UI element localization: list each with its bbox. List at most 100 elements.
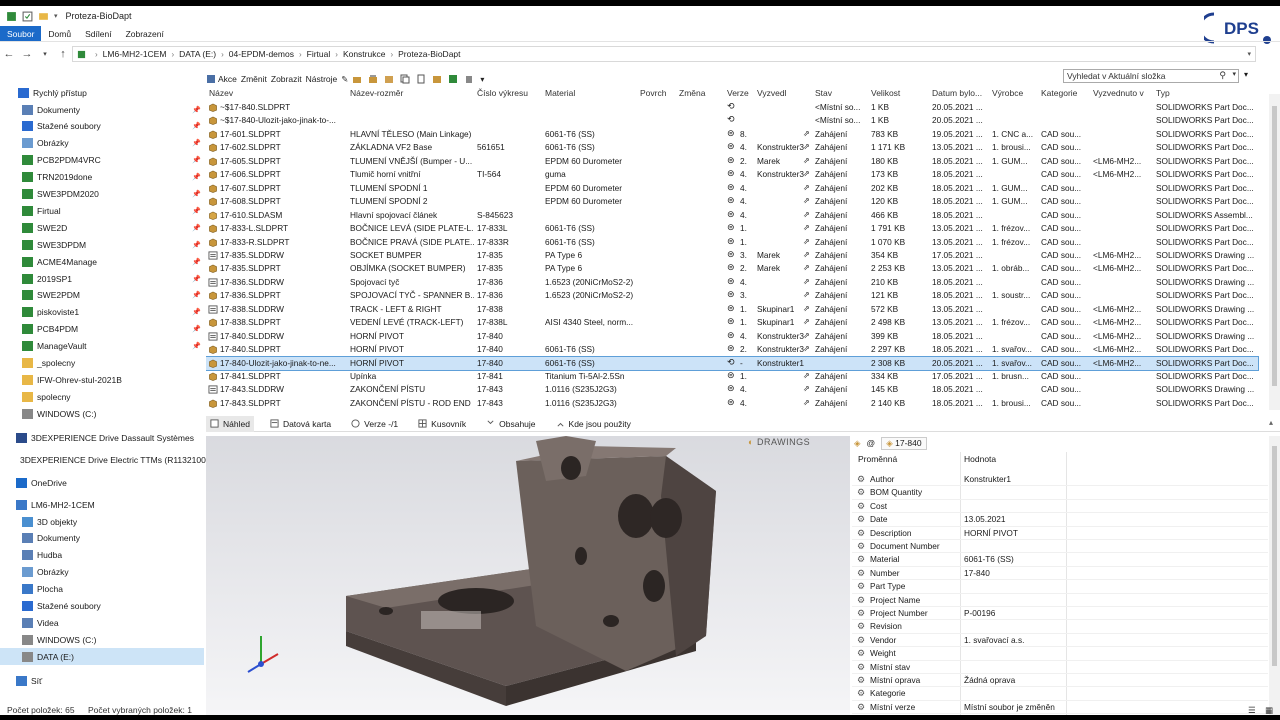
recent-dropdown-icon[interactable]: ▾: [36, 50, 54, 58]
nav-item-managevault[interactable]: ManageVault 📌: [0, 338, 204, 355]
file-row[interactable]: ~$17-840-Ulozit-jako-jinak-to-... ⟲ <Místn…: [206, 114, 1258, 127]
search-input[interactable]: Vyhledat v Aktuální složka ⚲ ▾: [1063, 69, 1239, 83]
paste-icon[interactable]: [416, 74, 428, 84]
pin-icon[interactable]: ✎: [341, 74, 348, 85]
file-row[interactable]: 17-601.SLDPRT HLAVNÍ TĚLESO (Main Linkage…: [206, 128, 1258, 141]
config-tab-active[interactable]: ◈ 17-840: [881, 436, 927, 450]
variables-scrollbar[interactable]: [1269, 436, 1280, 715]
column-header[interactable]: Povrch: [640, 88, 666, 98]
tab-kusovnik[interactable]: Kusovník: [414, 416, 470, 432]
file-row[interactable]: 17-840.SLDPRT HORNÍ PIVOT 17-840 6061-T6 (S…: [206, 343, 1258, 356]
vault-view-icon[interactable]: [448, 74, 460, 84]
tab-sdileni[interactable]: Sdílení: [78, 26, 118, 41]
tab-obsahuje[interactable]: Obsahuje: [482, 416, 539, 432]
pin-icon[interactable]: 📌: [192, 258, 201, 266]
column-header[interactable]: Název-rozměr: [350, 88, 403, 98]
variable-row[interactable]: ⚙ Project Name: [852, 594, 1268, 607]
column-header[interactable]: Velikost: [871, 88, 900, 98]
file-row[interactable]: 17-835.SLDPRT OBJÍMKA (SOCKET BUMPER) 17-8…: [206, 262, 1258, 275]
variable-row[interactable]: ⚙ Místní oprava Žádná oprava: [852, 674, 1268, 688]
file-row[interactable]: 17-602.SLDPRT ZÁKLADNA VF2 Base 561651 6061…: [206, 141, 1258, 154]
file-row[interactable]: 17-606.SLDPRT Tlumič horní vnitřní TI-564 g…: [206, 168, 1258, 181]
variable-row[interactable]: ⚙ Document Number: [852, 540, 1268, 554]
nav-item-dokumenty[interactable]: Dokumenty 📌: [0, 101, 204, 118]
toolbar-akce[interactable]: Akce: [206, 74, 237, 84]
file-row[interactable]: 17-840.SLDDRW HORNÍ PIVOT 17-840 ⊜ 4. Konstru…: [206, 330, 1258, 343]
breadcrumb-item[interactable]: Proteza-BioDapt: [398, 49, 460, 59]
nav-item-windows-c[interactable]: WINDOWS (C:): [0, 405, 204, 422]
preview-pane[interactable]: ◐ DRAWINGS: [206, 436, 850, 715]
scrollbar-thumb[interactable]: [1272, 106, 1277, 386]
nav-item-swe3dpdm[interactable]: SWE3DPDM 📌: [0, 236, 204, 253]
variable-row[interactable]: ⚙ BOM Quantity: [852, 486, 1268, 500]
breadcrumb-item[interactable]: LM6-MH2-1CEM: [103, 49, 167, 59]
file-row[interactable]: 17-841.SLDPRT Upínka 17-841 Titanium Ti-5Al…: [206, 370, 1258, 383]
column-header[interactable]: Název: [209, 88, 233, 98]
nav-item-2019sp1[interactable]: 2019SP1 📌: [0, 270, 204, 287]
search-icon[interactable]: ⚲: [1219, 70, 1226, 81]
variable-row[interactable]: ⚙ Místní stav: [852, 661, 1268, 674]
nav-item-windows-c[interactable]: WINDOWS (C:): [0, 631, 204, 648]
pin-icon[interactable]: 📌: [192, 308, 201, 316]
pivot-part-3d-model[interactable]: [206, 436, 850, 715]
column-variable[interactable]: Proměnná: [858, 454, 897, 464]
pin-icon[interactable]: 📌: [192, 106, 201, 114]
properties-icon[interactable]: [22, 11, 33, 22]
variable-row[interactable]: ⚙ Description HORNÍ PIVOT: [852, 527, 1268, 540]
nav-item-acme4manage[interactable]: ACME4Manage 📌: [0, 253, 204, 270]
toolbar-zobrazit[interactable]: Zobrazit: [271, 74, 302, 84]
toolbar-dropdown-icon[interactable]: ▾: [1244, 70, 1248, 79]
column-header[interactable]: Změna: [679, 88, 705, 98]
search-dropdown-icon[interactable]: ▾: [1232, 70, 1236, 78]
column-header[interactable]: Vyzvednuto v: [1093, 88, 1144, 98]
nav-item-firtual[interactable]: Firtual 📌: [0, 202, 204, 219]
file-row[interactable]: 17-843.SLDDRW ZAKONČENÍ PÍSTU 17-843 1.0116…: [206, 383, 1258, 396]
variable-row[interactable]: ⚙ Number 17-840: [852, 567, 1268, 581]
file-list-scrollbar[interactable]: [1269, 94, 1280, 410]
nav-item-ifw-ohrev-stul-2021b[interactable]: IFW-Ohrev-stul-2021B: [0, 371, 204, 388]
scrollbar-thumb[interactable]: [1272, 446, 1277, 666]
pin-icon[interactable]: 📌: [192, 190, 201, 198]
pin-icon[interactable]: 📌: [192, 342, 201, 350]
file-row[interactable]: 17-840-Ulozit-jako-jinak-to-ne... HORNÍ P…: [206, 355, 1259, 372]
details-view-icon[interactable]: ☰: [1248, 705, 1256, 715]
pin-icon[interactable]: 📌: [192, 275, 201, 283]
nav-item-rychl-p-stup[interactable]: Rychlý přístup: [0, 84, 204, 101]
variable-row[interactable]: ⚙ Cost: [852, 500, 1268, 514]
quick-access-dropdown-icon[interactable]: ▾: [54, 12, 58, 20]
at-tab-icon[interactable]: @: [867, 438, 876, 448]
tab-soubor[interactable]: Soubor: [0, 26, 42, 41]
column-header[interactable]: Číslo výkresu: [477, 88, 528, 98]
get-latest-icon[interactable]: [384, 74, 396, 84]
column-header[interactable]: Datum bylo...: [932, 88, 982, 98]
tab-datova-karta[interactable]: Datová karta: [266, 416, 335, 432]
back-icon[interactable]: ←: [0, 48, 18, 60]
nav-item-onedrive[interactable]: OneDrive: [0, 474, 204, 491]
pin-icon[interactable]: 📌: [192, 207, 201, 215]
pin-icon[interactable]: 📌: [192, 224, 201, 232]
variable-row[interactable]: ⚙ Revision: [852, 620, 1268, 634]
delete-icon[interactable]: [464, 74, 476, 84]
pin-icon[interactable]: 📌: [192, 291, 201, 299]
forward-icon[interactable]: →: [18, 48, 36, 60]
column-header[interactable]: Verze: [727, 88, 749, 98]
file-row[interactable]: 17-835.SLDDRW SOCKET BUMPER 17-835 PA Type …: [206, 249, 1258, 262]
nav-item-swe2d[interactable]: SWE2D 📌: [0, 219, 204, 236]
nav-item-3d-objekty[interactable]: 3D objekty: [0, 513, 204, 530]
copy-icon[interactable]: [400, 74, 412, 84]
check-in-icon[interactable]: [368, 74, 380, 84]
nav-item-obr-zky[interactable]: Obrázky: [0, 564, 204, 581]
tab-nahled[interactable]: Náhled: [206, 415, 254, 432]
nav-item-sta-en-soubory[interactable]: Stažené soubory: [0, 598, 204, 615]
column-header[interactable]: Vyzvedl: [757, 88, 786, 98]
column-header[interactable]: Material: [545, 88, 575, 98]
nav-item-plocha[interactable]: Plocha: [0, 581, 204, 598]
pin-icon[interactable]: 📌: [192, 325, 201, 333]
tab-domu[interactable]: Domů: [41, 26, 78, 41]
pin-icon[interactable]: 📌: [192, 156, 201, 164]
nav-item-s[interactable]: Síť: [0, 672, 204, 689]
file-row[interactable]: ~$17-840.SLDPRT ⟲ <Místní so... 1 KB 20.05.2…: [206, 101, 1258, 114]
file-row[interactable]: 17-836.SLDPRT SPOJOVACÍ TYČ - SPANNER B..…: [206, 289, 1258, 302]
nav-item-spolecny[interactable]: spolecny: [0, 388, 204, 405]
nav-item-pcb2pdm4vrc[interactable]: PCB2PDM4VRC 📌: [0, 152, 204, 169]
